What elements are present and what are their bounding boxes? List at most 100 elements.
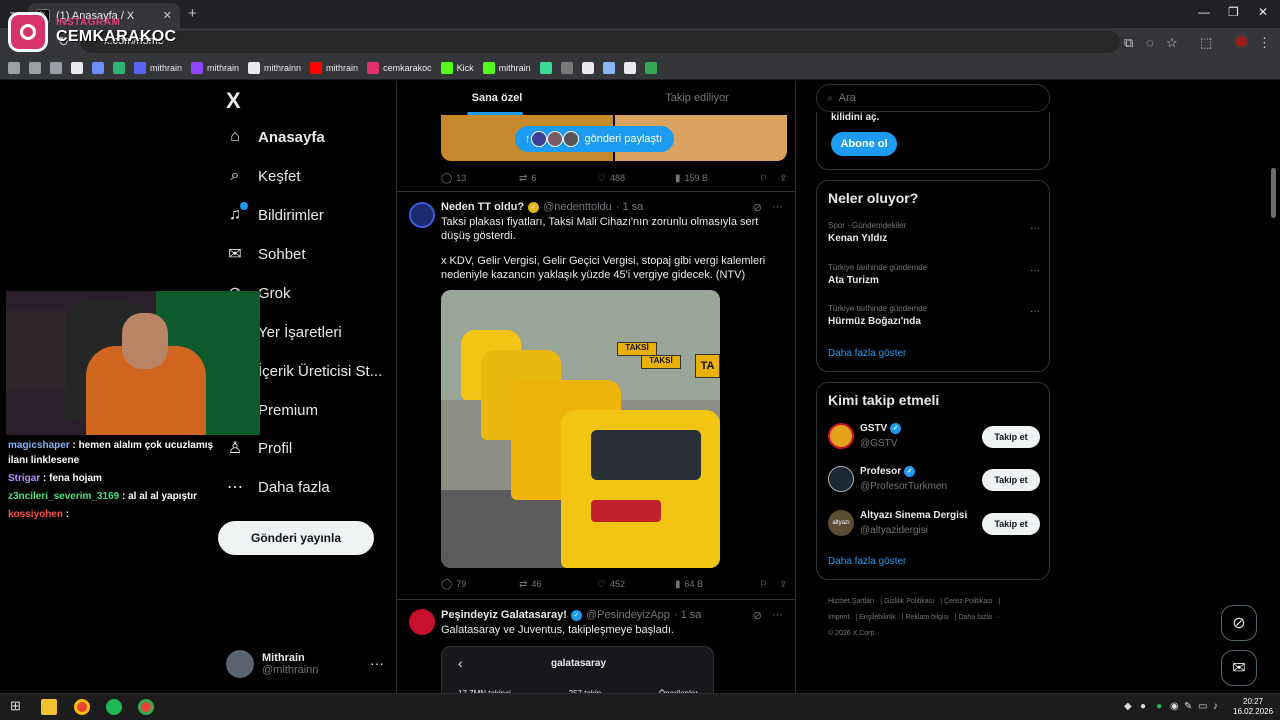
messages-float-icon[interactable]: ✉ [1221, 650, 1257, 686]
menu-kebab-icon[interactable]: ⋮ [1258, 35, 1271, 51]
bookmark-item[interactable] [644, 61, 657, 74]
spotify-icon[interactable] [106, 699, 122, 715]
footer-link[interactable]: Imprint [828, 614, 849, 621]
show-more-link[interactable]: Daha fazla göster [828, 348, 906, 359]
show-more-link[interactable]: Daha fazla göster [828, 556, 906, 567]
trend-item[interactable]: Spor · Gündemdekiler Kenan Yıldız ··· [828, 221, 1040, 244]
trend-item[interactable]: Türkiye tarihinde gündemde Hürmüz Boğazı… [828, 304, 1040, 327]
follow-suggestion[interactable]: Profesor ✓ @ProfesorTurkmen Takip et [828, 466, 1040, 496]
subscribe-button[interactable]: Abone ol [831, 132, 897, 156]
chrome-icon[interactable] [74, 699, 90, 715]
bookmark-item[interactable] [92, 61, 104, 74]
grok-icon[interactable]: ⊘ [753, 609, 762, 622]
repost-button[interactable]: ⇄ 46 [519, 579, 597, 590]
tweet-author-handle[interactable]: @nedenttoldu [543, 201, 612, 213]
like-button[interactable]: ♡ 452 [597, 579, 675, 590]
follow-suggestion[interactable]: GSTV ✓ @GSTV Takip et [828, 423, 1040, 453]
extensions-icon[interactable]: ⬚ [1200, 35, 1212, 51]
trend-item[interactable]: Türkiye tarihinde gündemde Ata Turizm ··… [828, 263, 1040, 286]
bookmark-item[interactable] [50, 61, 62, 74]
tray-app-icon[interactable]: ◆ [1124, 701, 1132, 712]
bookmark-item[interactable]: mithrain [134, 61, 182, 74]
views-button[interactable]: ▮ 159 B [675, 173, 753, 184]
more-icon[interactable]: ··· [1030, 223, 1040, 234]
search-input[interactable] [838, 92, 1019, 104]
bookmark-item[interactable] [623, 61, 636, 74]
more-icon[interactable]: ··· [1030, 265, 1040, 276]
views-button[interactable]: ▮ 64 B [675, 579, 753, 590]
follow-button[interactable]: Takip et [982, 469, 1040, 491]
spotify-tray-icon[interactable]: ● [1156, 701, 1162, 712]
bookmark-item[interactable] [8, 61, 20, 74]
nav-item-search[interactable]: ⌕ Keşfet [226, 167, 301, 185]
tray-app-icon[interactable]: ● [1140, 701, 1146, 712]
nav-item-mail[interactable]: ✉ Sohbet [226, 245, 305, 264]
footer-link[interactable]: Hizmet Şartları [828, 598, 874, 605]
bookmark-item[interactable] [71, 61, 83, 74]
bookmark-item[interactable]: mithrain [482, 61, 531, 74]
grok-float-icon[interactable]: ⊘ [1221, 605, 1257, 641]
browser-profile-avatar[interactable] [1234, 34, 1249, 49]
bookmark-item[interactable]: Kick [440, 61, 474, 74]
more-icon[interactable]: ··· [772, 201, 783, 214]
nav-item-user[interactable]: ♙ Profil [226, 439, 292, 458]
follow-button[interactable]: Takip et [982, 513, 1040, 535]
tweet-image[interactable]: TAKSİ TAKSİ TA [441, 290, 720, 568]
windows-start-icon[interactable]: ⊞ [10, 698, 21, 714]
follow-button[interactable]: Takip et [982, 426, 1040, 448]
chrome-icon[interactable] [138, 699, 154, 715]
tab-close-icon[interactable]: ✕ [163, 9, 172, 22]
tweet-author-handle[interactable]: @PesindeyizApp [586, 609, 670, 621]
bookmark-item[interactable]: mithrain [310, 61, 358, 74]
like-button[interactable]: ♡ 488 [597, 173, 675, 184]
tab-for-you[interactable]: Sana özel [397, 81, 597, 115]
star-icon[interactable]: ☆ [1166, 35, 1178, 51]
file-explorer-icon[interactable] [41, 699, 57, 715]
bookmark-item[interactable] [539, 61, 552, 74]
page-scrollbar[interactable] [1271, 168, 1276, 218]
bookmark-icon[interactable]: ⚐ [759, 173, 767, 184]
tab-following[interactable]: Takip ediliyor [597, 81, 795, 115]
new-tab-icon[interactable]: + [188, 5, 197, 22]
tweet-author-name[interactable]: Peşindeyiz Galatasaray! [441, 609, 567, 621]
bookmark-item[interactable] [560, 61, 573, 74]
bookmark-item[interactable] [113, 61, 125, 74]
share-icon[interactable]: ⇪ [779, 579, 787, 590]
footer-link[interactable]: Daha fazla ··· [958, 614, 1000, 621]
footer-link[interactable]: Erişilebilirlik [859, 614, 896, 621]
search-box[interactable]: ⌕ [816, 84, 1050, 112]
close-window-icon[interactable]: ✕ [1258, 5, 1268, 19]
nav-item-home[interactable]: ⌂ Anasayfa [226, 128, 325, 146]
taskbar-clock[interactable]: 20:27 16.02.2026 [1233, 697, 1273, 717]
nav-item-more-circle[interactable]: ⋯ Daha fazla [226, 478, 330, 497]
account-switcher[interactable]: Mithrain @mithrainn [226, 650, 318, 678]
grok-icon[interactable]: ⊘ [753, 201, 762, 214]
restore-icon[interactable]: ❐ [1228, 5, 1239, 19]
eye-off-icon[interactable]: ◌ [1146, 35, 1154, 50]
post-button[interactable]: Gönderi yayınla [218, 521, 374, 555]
tweet-author-name[interactable]: Neden TT oldu? [441, 201, 524, 213]
follow-suggestion[interactable]: altyazı Altyazı Sinema Dergisi @altyazid… [828, 510, 1040, 540]
share-icon[interactable]: ⇪ [779, 173, 787, 184]
avatar[interactable] [409, 202, 435, 228]
bookmark-item[interactable]: mithrain [191, 61, 239, 74]
footer-link[interactable]: Reklam bilgisi [906, 614, 949, 621]
more-icon[interactable]: ··· [772, 609, 783, 622]
cast-icon[interactable]: ⧉ [1124, 35, 1133, 51]
bookmark-item[interactable]: cemkarakoc [367, 61, 432, 74]
reply-button[interactable]: ◯ 79 [441, 579, 519, 590]
repost-button[interactable]: ⇄ 6 [519, 173, 597, 184]
bookmark-icon[interactable]: ⚐ [759, 579, 767, 590]
more-icon[interactable]: ··· [1030, 306, 1040, 317]
new-posts-pill[interactable]: ↑ gönderi paylaştı [515, 126, 675, 152]
bookmark-item[interactable]: mithrainn [248, 61, 301, 74]
footer-link[interactable]: Çerez Politikası [944, 598, 993, 605]
tweet-time[interactable]: · 1 sa [674, 609, 702, 621]
tweet-time[interactable]: · 1 sa [616, 201, 644, 213]
address-bar[interactable]: x.com/home [80, 31, 1120, 53]
monitor-icon[interactable]: ▭ [1198, 701, 1207, 712]
bookmark-item[interactable] [602, 61, 615, 74]
minimize-icon[interactable]: — [1198, 5, 1210, 19]
footer-link[interactable]: Gizlilik Politikası [884, 598, 934, 605]
volume-icon[interactable]: ♪ [1213, 701, 1218, 712]
